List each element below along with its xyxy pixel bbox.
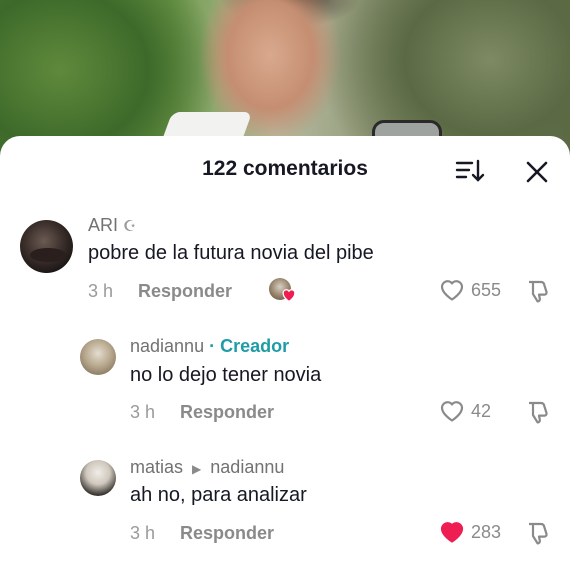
comment-text: ah no, para analizar [130,484,307,506]
close-icon[interactable] [523,158,551,186]
reply-button[interactable]: Responder [180,523,274,544]
comments-sheet: 122 comentarios ARI ☪ pobre de la futura… [0,136,570,562]
like-button[interactable]: 283 [439,520,501,544]
reply-button[interactable]: Responder [180,402,274,423]
comment-time: 3 h [130,523,156,543]
avatar[interactable] [80,460,116,496]
like-count: 655 [471,279,502,300]
heart-filled-icon [440,522,464,543]
reply-button[interactable]: Responder [138,281,232,302]
comment-time: 3 h [130,402,156,422]
comment-username[interactable]: nadiannu · Creador [130,336,289,357]
heart-icon [282,289,296,302]
avatar[interactable] [20,220,73,273]
like-button[interactable]: 655 [439,278,501,302]
sort-icon[interactable] [455,157,485,185]
dislike-icon[interactable] [525,399,551,425]
creator-liked-badge [269,278,299,302]
username-text[interactable]: nadiannu [130,336,204,356]
heart-outline-icon [440,401,464,422]
creator-badge: · Creador [209,336,290,356]
crescent-moon-icon: ☪ [123,218,137,235]
dislike-icon[interactable] [525,520,551,546]
like-count: 283 [471,521,502,542]
comment-username[interactable]: matias ▶ nadiannu [130,457,284,478]
comment-time: 3 h [88,281,114,301]
comments-header: 122 comentarios [0,136,570,202]
comment-text: pobre de la futura novia del pibe [88,242,374,264]
avatar[interactable] [80,339,116,375]
like-button[interactable]: 42 [439,399,491,423]
comment-username[interactable]: ARI ☪ [88,215,136,236]
username-text[interactable]: matias [130,457,183,477]
heart-outline-icon [440,280,464,301]
reply-to-username[interactable]: nadiannu [210,457,284,477]
dislike-icon[interactable] [525,278,551,304]
comment-text: no lo dejo tener novia [130,364,322,386]
like-count: 42 [471,400,492,421]
reply-arrow-icon: ▶ [192,462,202,476]
username-text[interactable]: ARI [88,215,118,235]
